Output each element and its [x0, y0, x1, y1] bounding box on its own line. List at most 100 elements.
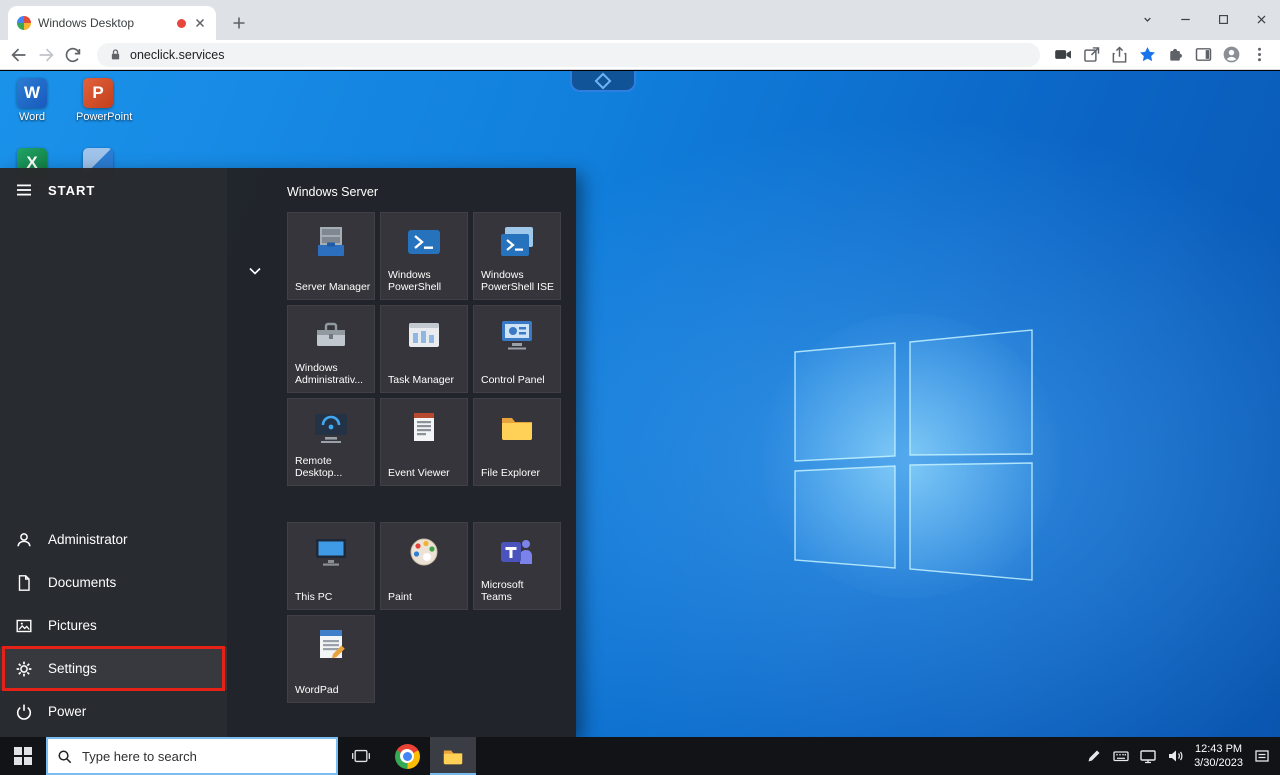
icon-letter: P	[92, 83, 103, 103]
tile-label: Event Viewer	[388, 467, 464, 480]
start-menu-header: START	[0, 181, 95, 199]
start-menu-item-power[interactable]: Power	[0, 690, 227, 733]
address-bar[interactable]: oneclick.services	[97, 43, 1040, 67]
control-panel-icon	[499, 317, 535, 353]
bookmark-star-icon[interactable]	[1137, 44, 1158, 65]
search-input[interactable]	[80, 748, 327, 765]
tile-paint[interactable]: Paint	[380, 522, 468, 610]
task-manager-icon	[406, 317, 442, 353]
menu-kebab-icon[interactable]	[1249, 44, 1270, 65]
forward-button[interactable]	[35, 44, 57, 66]
tab-title: Windows Desktop	[38, 16, 170, 30]
icon-letter: W	[24, 83, 40, 103]
tab-search-chevron-icon[interactable]	[1139, 11, 1156, 28]
start-menu-items: Administrator Documents Pictures Setting…	[0, 518, 227, 733]
powershell-icon	[406, 224, 442, 260]
profile-avatar[interactable]	[1221, 44, 1242, 65]
start-menu-item-label: Administrator	[48, 532, 128, 547]
extensions-puzzle-icon[interactable]	[1165, 44, 1186, 65]
tile-windows-administrative-tools[interactable]: Windows Administrativ...	[287, 305, 375, 393]
search-icon	[57, 749, 72, 764]
tile-file-explorer[interactable]: File Explorer	[473, 398, 561, 486]
chevron-down-icon[interactable]	[247, 264, 263, 278]
tile-control-panel[interactable]: Control Panel	[473, 305, 561, 393]
start-menu-item-settings[interactable]: Settings	[0, 647, 227, 690]
network-icon[interactable]	[1140, 748, 1156, 764]
url-text: oneclick.services	[130, 48, 224, 62]
start-menu: START Administrator Documents Pictures	[0, 168, 576, 737]
windows-start-icon	[14, 747, 32, 765]
taskbar-search[interactable]	[46, 737, 338, 775]
remote-desktop-viewport: W Word P PowerPoint X Excel START	[0, 71, 1280, 775]
back-button[interactable]	[8, 44, 30, 66]
tile-label: WordPad	[295, 684, 371, 697]
clock-time: 12:43 PM	[1194, 742, 1243, 756]
window-close-button[interactable]	[1253, 11, 1270, 28]
start-menu-rail: START Administrator Documents Pictures	[0, 168, 227, 737]
start-menu-item-label: Settings	[48, 661, 97, 676]
user-icon	[15, 531, 33, 549]
remote-desktop-icon	[313, 410, 349, 446]
touch-keyboard-icon[interactable]	[1113, 748, 1129, 764]
tile-windows-powershell[interactable]: Windows PowerShell	[380, 212, 468, 300]
tile-task-manager[interactable]: Task Manager	[380, 305, 468, 393]
start-menu-item-label: Power	[48, 704, 86, 719]
recording-indicator-icon	[177, 19, 186, 28]
start-button[interactable]	[0, 737, 46, 775]
start-menu-item-administrator[interactable]: Administrator	[0, 518, 227, 561]
teams-icon	[499, 534, 535, 570]
power-icon	[15, 703, 33, 721]
start-menu-item-pictures[interactable]: Pictures	[0, 604, 227, 647]
tile-windows-powershell-ise[interactable]: Windows PowerShell ISE	[473, 212, 561, 300]
window-maximize-button[interactable]	[1215, 11, 1232, 28]
reload-button[interactable]	[62, 44, 84, 66]
session-toolbar-handle[interactable]	[570, 71, 636, 92]
lock-icon	[109, 48, 122, 61]
desktop-icon-word[interactable]: W Word	[10, 78, 54, 123]
new-tab-button[interactable]	[232, 16, 246, 30]
taskbar-clock[interactable]: 12:43 PM 3/30/2023	[1194, 742, 1243, 771]
word-icon: W	[17, 78, 47, 108]
volume-icon[interactable]	[1167, 748, 1183, 764]
tile-wordpad[interactable]: WordPad	[287, 615, 375, 703]
powershell-ise-icon	[499, 224, 535, 260]
start-menu-item-documents[interactable]: Documents	[0, 561, 227, 604]
tile-server-manager[interactable]: Server Manager	[287, 212, 375, 300]
tile-group-title: Windows Server	[287, 185, 378, 199]
toolbar-actions	[1053, 44, 1272, 65]
tile-remote-desktop[interactable]: Remote Desktop...	[287, 398, 375, 486]
pen-icon[interactable]	[1086, 748, 1102, 764]
tile-label: Windows PowerShell ISE	[481, 269, 557, 294]
wordpad-icon	[313, 627, 349, 663]
screen-record-icon[interactable]	[1053, 44, 1074, 65]
tile-label: Remote Desktop...	[295, 455, 371, 480]
tile-microsoft-teams[interactable]: Microsoft Teams	[473, 522, 561, 610]
tile-label: Windows Administrativ...	[295, 362, 371, 387]
file-explorer-taskbar-button[interactable]	[430, 737, 476, 775]
window-minimize-button[interactable]	[1177, 11, 1194, 28]
action-center-icon[interactable]	[1254, 748, 1270, 764]
task-view-button[interactable]	[338, 737, 384, 775]
chrome-taskbar-button[interactable]	[384, 737, 430, 775]
tile-this-pc[interactable]: This PC	[287, 522, 375, 610]
hamburger-menu-icon[interactable]	[15, 181, 33, 199]
desktop-icon-powerpoint[interactable]: P PowerPoint	[76, 78, 120, 123]
tile-label: File Explorer	[481, 467, 557, 480]
browser-tab[interactable]: Windows Desktop	[8, 6, 216, 40]
tile-label: Paint	[388, 591, 464, 604]
open-in-new-icon[interactable]	[1081, 44, 1102, 65]
tile-label: Microsoft Teams	[481, 579, 557, 604]
start-menu-item-label: Pictures	[48, 618, 97, 633]
diamond-icon	[595, 72, 612, 89]
desktop-icon-label: PowerPoint	[76, 111, 120, 123]
tab-close-icon[interactable]	[193, 16, 207, 30]
tile-event-viewer[interactable]: Event Viewer	[380, 398, 468, 486]
tile-label: This PC	[295, 591, 371, 604]
side-panel-icon[interactable]	[1193, 44, 1214, 65]
tile-label: Server Manager	[295, 281, 371, 294]
window-controls	[1139, 3, 1270, 35]
share-icon[interactable]	[1109, 44, 1130, 65]
windows-logo-wallpaper	[760, 301, 1060, 601]
desktop-icon-label: Word	[10, 111, 54, 123]
taskbar: 12:43 PM 3/30/2023	[0, 737, 1280, 775]
